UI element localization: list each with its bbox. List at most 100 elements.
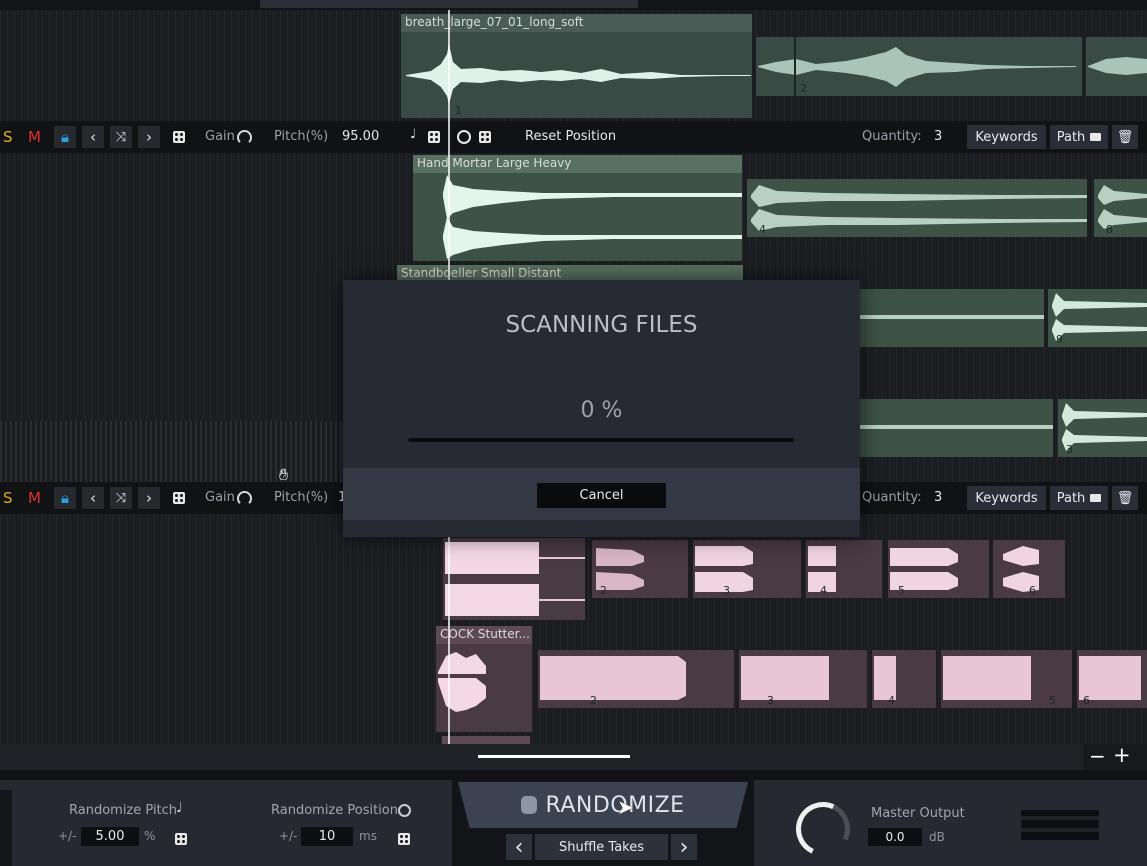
- clip[interactable]: 6: [1077, 650, 1147, 708]
- clip[interactable]: 5: [941, 650, 1072, 708]
- path-label: Path: [1056, 490, 1086, 506]
- master-output-input[interactable]: 0.0: [868, 828, 922, 846]
- cancel-button[interactable]: Cancel: [537, 483, 666, 508]
- randomize-take-dice-icon[interactable]: [173, 131, 185, 147]
- reset-position-button[interactable]: Reset Position: [525, 129, 616, 144]
- position-dice-icon[interactable]: [398, 830, 410, 849]
- clip[interactable]: 4: [747, 179, 1087, 237]
- clip[interactable]: breath_large_07_01_long_soft 1: [401, 14, 752, 118]
- scanning-files-dialog: SCANNING FILES 0 % Cancel: [343, 280, 860, 537]
- quantity-value[interactable]: 3: [934, 129, 942, 144]
- shuffle-icon[interactable]: ⤨: [110, 487, 132, 509]
- modal-title: SCANNING FILES: [505, 312, 698, 338]
- quantity-label: Quantity:: [862, 129, 922, 144]
- clip[interactable]: 6: [993, 540, 1065, 598]
- clip[interactable]: 5: [888, 540, 989, 598]
- timeline-scrollbar[interactable]: [0, 744, 1083, 770]
- waveform: [443, 175, 742, 259]
- clock-icon: [457, 130, 471, 144]
- waveform: [1088, 57, 1147, 75]
- master-output-knob[interactable]: [788, 794, 858, 864]
- clip[interactable]: 3: [739, 650, 867, 708]
- clip[interactable]: 9: [1048, 289, 1147, 347]
- clip[interactable]: 2: [756, 37, 1082, 96]
- clip-number: 3: [723, 584, 730, 597]
- next-mode-button[interactable]: ›: [671, 834, 697, 860]
- pitch-range-input[interactable]: 5.00: [81, 827, 139, 846]
- solo-button[interactable]: S: [3, 128, 13, 146]
- clip[interactable]: [860, 399, 1053, 457]
- quantity-value[interactable]: 3: [934, 490, 942, 505]
- timeline-scroll-thumb[interactable]: [478, 755, 630, 758]
- hand-cursor-icon: ✋︎: [279, 465, 289, 484]
- prev-mode-button[interactable]: ‹: [506, 834, 532, 860]
- clip-number: 4: [888, 694, 895, 707]
- next-take-button[interactable]: ›: [138, 487, 160, 509]
- delete-track-button[interactable]: 🗑︎: [1112, 486, 1138, 510]
- pitch-dice-icon[interactable]: [175, 830, 187, 849]
- clip[interactable]: [860, 289, 1044, 347]
- randomize-button[interactable]: RANDOMIZE: [458, 782, 748, 828]
- position-dice-icon[interactable]: [479, 131, 491, 147]
- modal-footer: Cancel: [343, 468, 860, 520]
- randomize-dice-icon: [521, 796, 538, 814]
- randomize-take-dice-icon[interactable]: [173, 492, 185, 508]
- clip[interactable]: Hand Mortar Large Heavy: [413, 155, 742, 261]
- clip[interactable]: 4: [872, 650, 936, 708]
- pitch-dice-icon[interactable]: [428, 131, 440, 147]
- gain-label: Gain: [205, 129, 235, 144]
- mode-selector[interactable]: Shuffle Takes: [535, 834, 668, 860]
- path-button[interactable]: Path: [1050, 486, 1108, 510]
- clip-number: 5: [898, 584, 905, 597]
- clip[interactable]: [1086, 37, 1147, 96]
- path-button[interactable]: Path: [1050, 125, 1108, 149]
- randomize-label: RANDOMIZE: [545, 792, 685, 818]
- meter-left: [1021, 816, 1099, 820]
- prev-take-button[interactable]: ‹: [82, 126, 104, 148]
- clip[interactable]: 3: [693, 540, 801, 598]
- keywords-button[interactable]: Keywords: [967, 125, 1046, 149]
- next-take-button[interactable]: ›: [138, 126, 160, 148]
- zoom-out-button[interactable]: −: [1089, 744, 1106, 768]
- clip: [442, 736, 530, 744]
- zoom-in-button[interactable]: +: [1113, 743, 1131, 767]
- clip-number: 9: [1056, 333, 1063, 346]
- clip[interactable]: [443, 538, 585, 620]
- track-1-controls: S M 🔒︎ ‹ ⤨ › Gain Pitch(%) 95.00 ♩ Reset…: [0, 121, 1147, 153]
- lock-icon[interactable]: 🔒︎: [54, 487, 76, 509]
- master-output-unit: dB: [929, 830, 945, 844]
- waveform: [445, 542, 585, 616]
- clip[interactable]: 2: [592, 540, 688, 598]
- clip-number: 2: [600, 584, 607, 597]
- keywords-button[interactable]: Keywords: [967, 486, 1046, 510]
- top-scroll-thumb[interactable]: [260, 0, 638, 8]
- mute-button[interactable]: M: [28, 489, 41, 507]
- clip[interactable]: COCK Stutter...: [436, 626, 532, 732]
- gain-knob-icon[interactable]: [237, 130, 252, 145]
- left-edge-tab: [0, 790, 12, 866]
- clip-number: 6: [1029, 584, 1036, 597]
- waveform: [406, 44, 751, 104]
- mouse-cursor-icon: ➤︎: [617, 795, 634, 819]
- shuffle-icon[interactable]: ⤨: [110, 126, 132, 148]
- clip[interactable]: 2: [538, 650, 734, 708]
- pitch-value[interactable]: 95.00: [342, 129, 379, 144]
- track-3-lane: 2 3 4 5 6 COCK Stutter... 2 3 4 5 6: [0, 514, 1147, 744]
- prev-take-button[interactable]: ‹: [82, 487, 104, 509]
- note-icon: ♩: [410, 127, 417, 142]
- delete-track-button[interactable]: 🗑︎: [1112, 125, 1138, 149]
- trash-icon: 🗑︎: [1116, 129, 1134, 145]
- divider: [0, 770, 1147, 780]
- clip-number: 4: [759, 223, 766, 236]
- clip[interactable]: 3: [1058, 399, 1147, 457]
- solo-button[interactable]: S: [3, 489, 13, 507]
- clip-name: Standboeller Small Distant: [401, 266, 562, 280]
- position-range-input[interactable]: 10: [301, 827, 353, 846]
- clip[interactable]: 4: [806, 540, 882, 598]
- clip-number: 5: [1049, 694, 1056, 707]
- folder-icon: [1090, 494, 1102, 502]
- gain-knob-icon[interactable]: [237, 491, 252, 506]
- lock-icon[interactable]: 🔒︎: [54, 126, 76, 148]
- mute-button[interactable]: M: [28, 128, 41, 146]
- clip[interactable]: 8: [1094, 179, 1147, 237]
